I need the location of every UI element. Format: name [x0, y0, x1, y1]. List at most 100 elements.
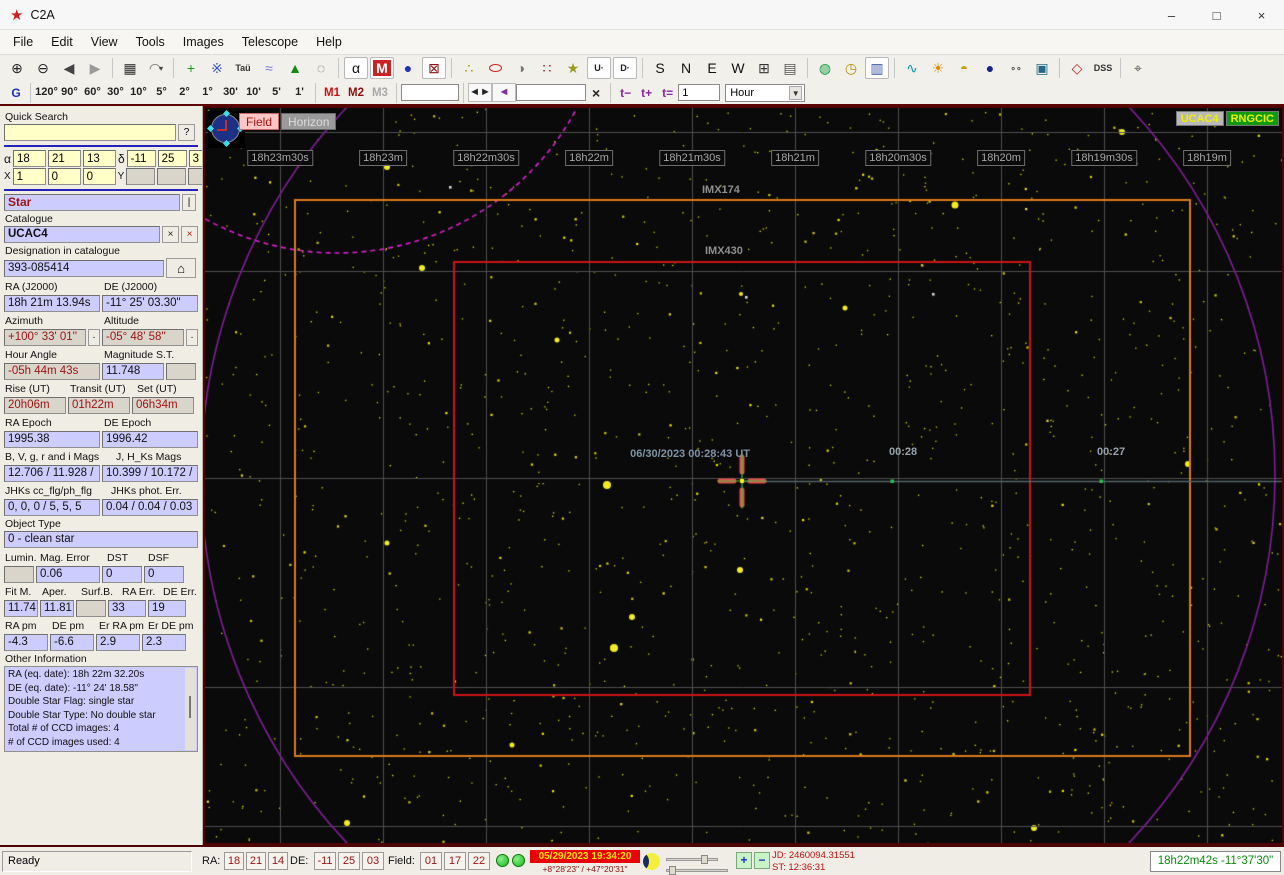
x1-input[interactable] [12, 168, 46, 185]
goto-coordinates-input[interactable] [515, 84, 586, 101]
north-icon[interactable]: N [674, 57, 698, 79]
back-icon[interactable]: ◀ [57, 57, 81, 79]
ucac-stars-icon[interactable]: U· [587, 57, 611, 79]
object-info-button[interactable]: | [182, 194, 196, 211]
double-stars-icon[interactable]: D· [613, 57, 637, 79]
fov-button-10deg[interactable]: 10° [127, 84, 150, 101]
night-icon[interactable]: ● [978, 57, 1002, 79]
object-search-input[interactable] [400, 84, 459, 101]
de-s-input[interactable] [188, 150, 202, 167]
ccd-frame-icon[interactable]: ◇ [1065, 57, 1089, 79]
quick-search-input[interactable] [4, 124, 176, 141]
badge-ucac4[interactable]: UCAC4 [1175, 111, 1224, 126]
catalogue-next-button[interactable]: × [181, 226, 198, 243]
dss-icon[interactable]: DSS [1091, 57, 1115, 79]
constellation-names-icon[interactable]: Taü [231, 57, 255, 79]
memory-button-m3[interactable]: M3 [372, 87, 388, 99]
flip-vertical-icon[interactable]: ◄ [491, 83, 516, 102]
fov-button-30min[interactable]: 30' [219, 84, 242, 101]
sun-icon[interactable]: ☀ [926, 57, 950, 79]
ra-m-input[interactable] [47, 150, 81, 167]
deep-sky-icon[interactable]: ● [396, 57, 420, 79]
fov-button-60deg[interactable]: 60° [81, 84, 104, 101]
greek-alpha-icon[interactable]: α [344, 57, 368, 79]
x2-input[interactable] [47, 168, 81, 185]
star-cluster-icon[interactable]: ∴ [457, 57, 481, 79]
clock-icon[interactable]: ◷ [839, 57, 863, 79]
milky-way-icon[interactable]: ≈ [257, 57, 281, 79]
dome-view-icon[interactable]: ◠ ▾ [144, 57, 168, 79]
sunrise-icon[interactable]: ◓ [952, 57, 976, 79]
clear-icon[interactable]: × [592, 85, 600, 101]
x3-input[interactable] [82, 168, 116, 185]
de-d-input[interactable] [126, 150, 156, 167]
fit-field-icon[interactable]: ⊞ [752, 57, 776, 79]
catalogue-prev-button[interactable]: × [162, 226, 179, 243]
fov-button-30deg[interactable]: 30° [104, 84, 127, 101]
badge-rngcic[interactable]: RNGCIC [1225, 111, 1279, 126]
time-unit-select[interactable]: Hour ▼ [725, 83, 806, 102]
fov-button-90deg[interactable]: 90° [58, 84, 81, 101]
galaxy-icon[interactable] [483, 57, 507, 79]
menu-tools[interactable]: Tools [127, 32, 174, 52]
zoom-in-button[interactable]: + [736, 852, 752, 869]
memory-button-m1[interactable]: M1 [324, 87, 340, 99]
tab-horizon[interactable]: Horizon [281, 113, 337, 130]
menu-file[interactable]: File [4, 32, 42, 52]
y2-input[interactable] [157, 168, 187, 185]
clock-datetime[interactable]: 05/29/2023 19:34:20 [530, 850, 640, 863]
nebula-frame-icon[interactable]: ⊠ [422, 57, 446, 79]
asteroids-icon[interactable]: ∷ [535, 57, 559, 79]
fov-button-2deg[interactable]: 2° [173, 84, 196, 101]
menu-telescope[interactable]: Telescope [233, 32, 307, 52]
time-step-input[interactable] [678, 84, 721, 101]
ra-h-input[interactable] [12, 150, 46, 167]
minimize-button[interactable]: – [1149, 0, 1194, 30]
menu-images[interactable]: Images [174, 32, 233, 52]
constellation-lines-icon[interactable]: ※ [205, 57, 229, 79]
y1-input[interactable] [126, 168, 156, 185]
zoom-out-icon[interactable]: ⊖ [31, 57, 55, 79]
magnitude-slider[interactable] [666, 866, 728, 875]
menu-edit[interactable]: Edit [42, 32, 82, 52]
messier-icon[interactable]: M [370, 57, 394, 79]
fov-button-5min[interactable]: 5' [265, 84, 288, 101]
horizon-landscape-icon[interactable]: ▲ [283, 57, 307, 79]
altitude-option-button[interactable]: · [186, 329, 198, 346]
zoom-out-button[interactable]: − [754, 852, 770, 869]
flip-horizontal-icon[interactable]: ◄► [467, 83, 492, 102]
fov-button-10min[interactable]: 10' [242, 84, 265, 101]
earth-icon[interactable]: ◍ [813, 57, 837, 79]
close-button[interactable]: × [1239, 0, 1284, 30]
memory-button-m2[interactable]: M2 [348, 87, 364, 99]
wave-icon[interactable]: ∿ [900, 57, 924, 79]
forward-icon[interactable]: ▶ [83, 57, 107, 79]
moon-phase-icon[interactable]: ◑ [509, 57, 533, 79]
fov-button-5deg[interactable]: 5° [150, 84, 173, 101]
de-m-input[interactable] [157, 150, 187, 167]
search-help-button[interactable]: ? [178, 124, 195, 141]
comets-icon[interactable]: ★ [561, 57, 585, 79]
fov-button-120deg[interactable]: 120° [35, 84, 58, 101]
grid-toggle-button[interactable]: G [6, 86, 26, 100]
time-plus-button[interactable]: t+ [641, 86, 652, 100]
horizon-fill-icon[interactable]: ▤ [778, 57, 802, 79]
center-object-icon[interactable]: + [179, 57, 203, 79]
time-now-button[interactable]: t= [662, 86, 673, 100]
east-icon[interactable]: E [700, 57, 724, 79]
fov-ellipse-icon[interactable]: ◌ [309, 57, 333, 79]
camera-icon[interactable]: ▣ [1030, 57, 1054, 79]
tab-field[interactable]: Field [239, 113, 280, 130]
fov-button-1min[interactable]: 1' [288, 84, 311, 101]
grid-icon[interactable]: ▦ [118, 57, 142, 79]
ra-s-input[interactable] [82, 150, 116, 167]
sky-chart-canvas[interactable] [205, 108, 1282, 843]
side-panel-icon[interactable]: ▥ [865, 57, 889, 79]
goto-telescope-icon[interactable]: ⌂ [166, 258, 196, 278]
west-icon[interactable]: W [726, 57, 750, 79]
fov-button-1deg[interactable]: 1° [196, 84, 219, 101]
zoom-in-icon[interactable]: ⊕ [5, 57, 29, 79]
scrollbar[interactable] [185, 668, 196, 750]
south-icon[interactable]: S [648, 57, 672, 79]
maximize-button[interactable]: □ [1194, 0, 1239, 30]
